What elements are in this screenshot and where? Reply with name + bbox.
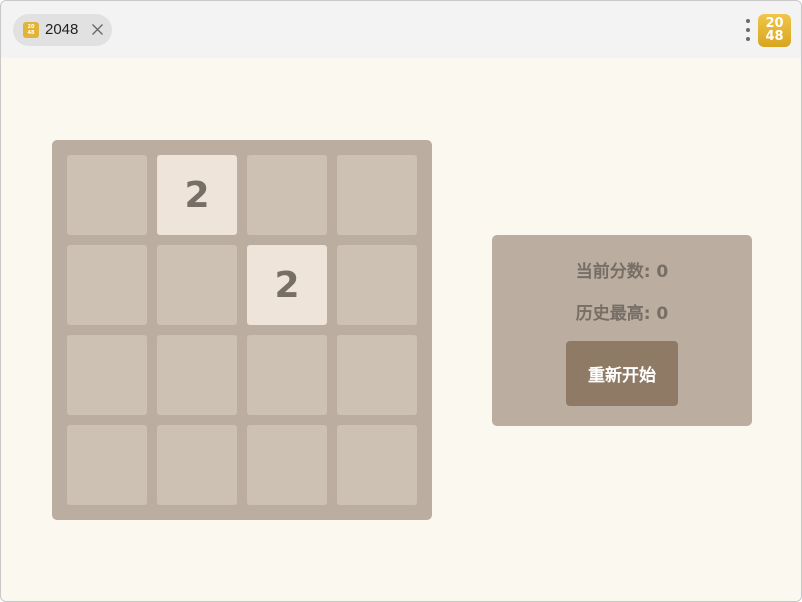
empty-cell: [67, 245, 147, 325]
empty-cell: [157, 245, 237, 325]
empty-cell: [337, 335, 417, 415]
empty-cell: [337, 245, 417, 325]
empty-cell: [337, 425, 417, 505]
empty-cell: [157, 425, 237, 505]
game-board[interactable]: 22: [52, 140, 432, 520]
empty-cell: [337, 155, 417, 235]
current-score: 当前分数: 0: [575, 262, 669, 282]
empty-cell: [67, 425, 147, 505]
tile: 2: [247, 245, 327, 325]
best-score: 历史最高: 0: [575, 304, 669, 324]
score-panel: 当前分数: 0 历史最高: 0 重新开始: [492, 235, 752, 426]
app-logo-icon: 20 48: [758, 14, 791, 47]
more-vertical-icon[interactable]: [742, 17, 754, 43]
empty-cell: [247, 335, 327, 415]
tab-title: 2048: [45, 21, 79, 38]
empty-cell: [157, 335, 237, 415]
browser-tab[interactable]: 20 48 2048: [13, 14, 112, 46]
empty-cell: [247, 425, 327, 505]
app-logo-line2: 48: [765, 29, 784, 44]
title-bar: 20 48 2048 20 48: [1, 1, 801, 58]
close-icon[interactable]: [91, 23, 104, 36]
tab-favicon-icon: 20 48: [23, 22, 39, 38]
empty-cell: [67, 155, 147, 235]
tile: 2: [157, 155, 237, 235]
empty-cell: [67, 335, 147, 415]
app-window: 20 48 2048 20 48 22 当前分数: 0 历史最高: 0 重新开始: [0, 0, 802, 602]
empty-cell: [247, 155, 327, 235]
restart-button[interactable]: 重新开始: [566, 341, 678, 406]
